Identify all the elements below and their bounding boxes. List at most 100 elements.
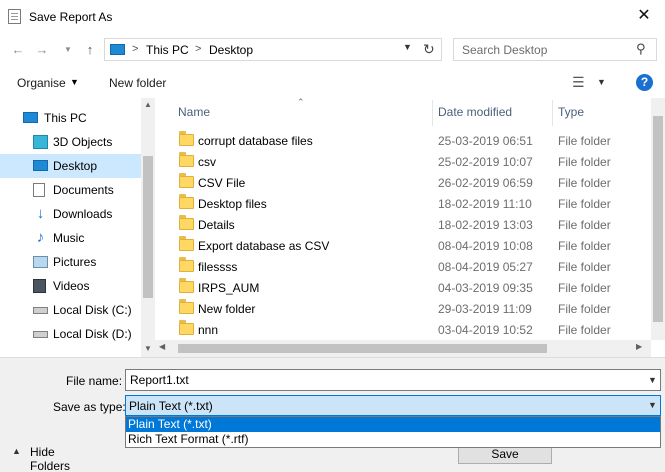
file-type: File folder bbox=[558, 260, 611, 274]
list-item[interactable]: Export database as CSV 08-04-2019 10:08 … bbox=[155, 235, 650, 256]
file-type: File folder bbox=[558, 281, 611, 295]
new-folder-button[interactable]: New folder bbox=[109, 76, 166, 90]
view-options-icon[interactable]: ☰ bbox=[572, 74, 585, 91]
navigation-pane: This PC 3D Objects Desktop Documents ↓ D… bbox=[0, 98, 155, 357]
sidebar-item-3d-objects[interactable]: 3D Objects bbox=[0, 130, 141, 154]
list-item[interactable]: filessss 08-04-2019 05:27 File folder bbox=[155, 256, 650, 277]
file-list-horizontal-scrollbar[interactable]: ◀ ▶ bbox=[155, 340, 651, 357]
sidebar-item-local-disk-d[interactable]: Local Disk (D:) bbox=[0, 322, 141, 346]
document-icon bbox=[8, 9, 21, 24]
sidebar-item-label: 3D Objects bbox=[53, 135, 113, 149]
sidebar-item-videos[interactable]: Videos bbox=[0, 274, 141, 298]
save-as-type-dropdown-list: Plain Text (*.txt) Rich Text Format (*.r… bbox=[125, 416, 661, 448]
music-icon: ♪ bbox=[36, 229, 45, 246]
list-item[interactable]: Details 18-02-2019 13:03 File folder bbox=[155, 214, 650, 235]
list-item[interactable]: IRPS_AUM 04-03-2019 09:35 File folder bbox=[155, 277, 650, 298]
refresh-icon[interactable]: ↻ bbox=[423, 41, 435, 58]
sidebar-item-label: Local Disk (D:) bbox=[53, 327, 132, 341]
column-header-type[interactable]: Type bbox=[558, 105, 584, 119]
search-input[interactable]: Search Desktop ⚲ bbox=[453, 38, 657, 61]
file-name-field[interactable]: Report1.txt ▼ bbox=[125, 369, 661, 391]
sidebar-item-label: Music bbox=[53, 231, 85, 245]
breadcrumb-desktop[interactable]: Desktop bbox=[209, 43, 253, 57]
file-name-label: File name: bbox=[66, 374, 123, 388]
recent-locations-chevron-icon[interactable]: ▼ bbox=[58, 40, 78, 60]
breadcrumb-this-pc[interactable]: This PC bbox=[146, 43, 189, 57]
forward-arrow-icon[interactable]: → bbox=[32, 40, 52, 60]
chevron-down-icon[interactable]: ▼ bbox=[403, 42, 412, 52]
close-button[interactable]: ✕ bbox=[630, 4, 658, 28]
file-date: 29-03-2019 11:09 bbox=[438, 302, 532, 316]
column-divider[interactable] bbox=[432, 100, 433, 126]
folder-icon bbox=[179, 131, 194, 146]
list-item[interactable]: CSV File 26-02-2019 06:59 File folder bbox=[155, 172, 650, 193]
folder-icon bbox=[179, 236, 194, 251]
scroll-left-icon[interactable]: ◀ bbox=[159, 342, 165, 351]
file-date: 08-04-2019 10:08 bbox=[438, 239, 533, 253]
scrollbar-thumb[interactable] bbox=[653, 116, 663, 322]
sidebar-item-label: Videos bbox=[53, 279, 90, 293]
sidebar-item-desktop[interactable]: Desktop bbox=[0, 154, 141, 178]
scroll-down-icon[interactable]: ▼ bbox=[141, 344, 155, 353]
back-arrow-icon[interactable]: ← bbox=[8, 40, 28, 60]
list-item[interactable]: New folder 29-03-2019 11:09 File folder bbox=[155, 298, 650, 319]
sidebar-item-local-disk-c[interactable]: Local Disk (C:) bbox=[0, 298, 141, 322]
organise-button[interactable]: Organise bbox=[17, 76, 66, 90]
scrollbar-thumb[interactable] bbox=[143, 156, 153, 298]
file-type: File folder bbox=[558, 197, 611, 211]
desktop-icon bbox=[33, 160, 48, 171]
address-bar[interactable]: > This PC > Desktop ▼ ↻ bbox=[104, 38, 442, 61]
save-button[interactable]: Save bbox=[458, 448, 552, 464]
file-date: 25-03-2019 06:51 bbox=[438, 134, 533, 148]
chevron-down-icon[interactable]: ▼ bbox=[597, 77, 606, 87]
file-list-vertical-scrollbar[interactable] bbox=[651, 98, 665, 340]
save-as-type-select[interactable]: Plain Text (*.txt) ▼ bbox=[125, 395, 661, 416]
up-arrow-icon[interactable]: ↑ bbox=[80, 40, 100, 60]
computer-icon bbox=[110, 44, 125, 55]
navigation-scrollbar[interactable]: ▲ ▼ bbox=[141, 98, 155, 357]
search-placeholder: Search Desktop bbox=[462, 43, 548, 57]
file-date: 18-02-2019 11:10 bbox=[438, 197, 532, 211]
scrollbar-thumb[interactable] bbox=[178, 344, 547, 353]
sidebar-item-label: Local Disk (C:) bbox=[53, 303, 132, 317]
sidebar-item-pictures[interactable]: Pictures bbox=[0, 250, 141, 274]
sidebar-item-music[interactable]: ♪ Music bbox=[0, 226, 141, 250]
sidebar-item-downloads[interactable]: ↓ Downloads bbox=[0, 202, 141, 226]
column-divider[interactable] bbox=[552, 100, 553, 126]
scroll-up-icon[interactable]: ▲ bbox=[141, 100, 155, 109]
list-item[interactable]: Desktop files 18-02-2019 11:10 File fold… bbox=[155, 193, 650, 214]
sidebar-item-label: This PC bbox=[44, 111, 87, 125]
download-icon: ↓ bbox=[36, 205, 45, 222]
file-name: corrupt database files bbox=[198, 134, 313, 148]
file-name: Export database as CSV bbox=[198, 239, 330, 253]
list-item[interactable]: corrupt database files 25-03-2019 06:51 … bbox=[155, 130, 650, 151]
picture-icon bbox=[33, 256, 48, 268]
dropdown-option-rich-text[interactable]: Rich Text Format (*.rtf) bbox=[126, 432, 660, 447]
chevron-down-icon[interactable]: ▼ bbox=[70, 77, 79, 87]
folder-icon bbox=[179, 215, 194, 230]
file-type: File folder bbox=[558, 302, 611, 316]
help-button[interactable]: ? bbox=[636, 74, 653, 91]
video-icon bbox=[33, 279, 46, 293]
sidebar-item-documents[interactable]: Documents bbox=[0, 178, 141, 202]
list-item[interactable]: nnn 03-04-2019 10:52 File folder bbox=[155, 319, 650, 340]
dropdown-option-plain-text[interactable]: Plain Text (*.txt) bbox=[126, 417, 660, 432]
sidebar-item-this-pc[interactable]: This PC bbox=[0, 106, 141, 130]
column-header-date-modified[interactable]: Date modified bbox=[438, 105, 512, 119]
column-header-name[interactable]: Name bbox=[178, 105, 210, 119]
cube-icon bbox=[33, 135, 48, 149]
chevron-down-icon[interactable]: ▼ bbox=[648, 400, 657, 410]
drive-icon bbox=[33, 331, 48, 338]
search-icon[interactable]: ⚲ bbox=[636, 41, 646, 57]
chevron-down-icon[interactable]: ▼ bbox=[648, 375, 657, 385]
computer-icon bbox=[23, 112, 38, 123]
folder-icon bbox=[179, 299, 194, 314]
breadcrumb-separator-icon: > bbox=[132, 43, 139, 55]
breadcrumb-separator-icon[interactable]: > bbox=[195, 43, 201, 55]
list-item[interactable]: csv 25-02-2019 10:07 File folder bbox=[155, 151, 650, 172]
file-date: 18-02-2019 13:03 bbox=[438, 218, 533, 232]
save-as-type-value: Plain Text (*.txt) bbox=[129, 399, 213, 413]
drive-icon bbox=[33, 307, 48, 314]
file-date: 04-03-2019 09:35 bbox=[438, 281, 533, 295]
scroll-right-icon[interactable]: ▶ bbox=[636, 342, 642, 351]
